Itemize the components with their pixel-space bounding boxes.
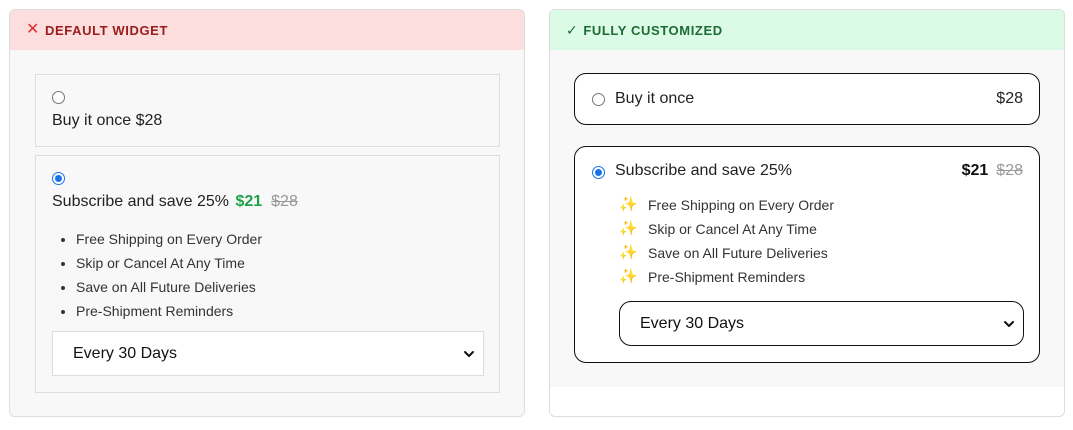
custom-widget-panel: ✓ FULLY CUSTOMIZED Buy it once $28 Subsc… <box>549 9 1065 417</box>
subscribe-option[interactable]: Subscribe and save 25% $21 $28 Free Shipp… <box>35 155 500 393</box>
subscribe-price-group: $21 $28 <box>962 162 1023 180</box>
chevron-down-icon <box>464 350 474 357</box>
benefit-text: Free Shipping on Every Order <box>648 197 834 213</box>
subscribe-option[interactable]: Subscribe and save 25% $21 $28 ✨ Free Ship… <box>574 146 1040 363</box>
sparkles-icon: ✨ <box>619 268 638 285</box>
buy-once-label: Buy it once <box>615 90 695 107</box>
subscribe-label-row: Subscribe and save 25% $21 $28 <box>52 193 298 211</box>
sparkles-icon: ✨ <box>619 244 638 261</box>
list-item: Free Shipping on Every Order <box>76 227 262 251</box>
subscribe-radio[interactable] <box>52 172 65 185</box>
list-item: Save on All Future Deliveries <box>76 275 262 299</box>
custom-widget-body: Buy it once $28 Subscribe and save 25% $… <box>550 50 1064 387</box>
benefit-text: Pre-Shipment Reminders <box>648 269 806 285</box>
default-widget-panel: ✕ DEFAULT WIDGET Buy it once $28 Subscri… <box>9 9 525 417</box>
check-icon: ✓ <box>566 21 579 38</box>
list-item: ✨ Free Shipping on Every Order <box>619 193 834 217</box>
buy-once-option[interactable]: Buy it once $28 <box>574 73 1040 125</box>
subscribe-radio[interactable] <box>592 166 605 179</box>
list-item: ✨ Skip or Cancel At Any Time <box>619 217 834 241</box>
benefit-text: Skip or Cancel At Any Time <box>648 221 817 237</box>
original-price: $28 <box>996 162 1023 179</box>
sparkles-icon: ✨ <box>619 196 638 213</box>
original-price: $28 <box>271 193 298 210</box>
benefit-text: Save on All Future Deliveries <box>648 245 828 261</box>
chevron-down-icon <box>1004 320 1014 327</box>
subscribe-price: $21 <box>235 193 263 210</box>
benefits-list: ✨ Free Shipping on Every Order ✨ Skip or C… <box>619 193 834 289</box>
subscribe-label: Subscribe and save 25% <box>615 162 792 179</box>
subscribe-label: Subscribe and save 25% <box>52 193 229 210</box>
buy-once-radio[interactable] <box>592 93 605 106</box>
default-widget-header: ✕ DEFAULT WIDGET <box>10 10 524 50</box>
custom-widget-header: ✓ FULLY CUSTOMIZED <box>550 10 1064 50</box>
subscribe-price: $21 <box>961 162 989 179</box>
frequency-select-value: Every 30 Days <box>73 344 178 362</box>
custom-widget-title: FULLY CUSTOMIZED <box>583 22 723 38</box>
list-item: Skip or Cancel At Any Time <box>76 251 262 275</box>
buy-once-price: $28 <box>996 90 1023 107</box>
frequency-select-value: Every 30 Days <box>640 314 745 332</box>
sparkles-icon: ✨ <box>619 220 638 237</box>
buy-once-radio[interactable] <box>52 91 65 104</box>
buy-once-label: Buy it once $28 <box>52 112 163 129</box>
list-item: ✨ Save on All Future Deliveries <box>619 241 834 265</box>
default-widget-title: DEFAULT WIDGET <box>45 22 168 38</box>
frequency-select[interactable]: Every 30 Days <box>619 301 1024 346</box>
x-icon: ✕ <box>26 21 41 38</box>
frequency-select[interactable]: Every 30 Days <box>52 331 484 376</box>
list-item: Pre-Shipment Reminders <box>76 299 262 323</box>
benefits-list: Free Shipping on Every Order Skip or Can… <box>76 227 262 323</box>
list-item: ✨ Pre-Shipment Reminders <box>619 265 834 289</box>
default-widget-body: Buy it once $28 Subscribe and save 25% $… <box>10 50 524 416</box>
buy-once-option[interactable]: Buy it once $28 <box>35 74 500 147</box>
